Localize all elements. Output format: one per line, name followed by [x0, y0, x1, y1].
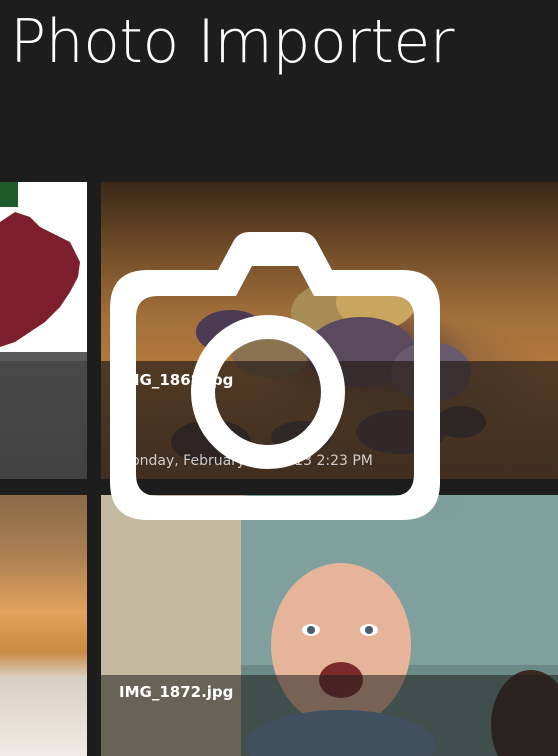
page-title: Photo Importer [10, 7, 454, 77]
photo-importer-app: Photo Importer IMG_1868.jpg Monday, Febr… [0, 0, 558, 756]
photo-caption: IMG_1872.jpg [101, 675, 558, 756]
photo-tile[interactable] [0, 495, 87, 756]
photo-tile[interactable]: IMG_1872.jpg [101, 495, 558, 756]
photo-caption [0, 361, 87, 479]
photo-tile[interactable] [0, 182, 87, 479]
photo-thumbnail [0, 495, 87, 756]
photo-image [0, 182, 87, 352]
photo-file-name: IMG_1872.jpg [119, 683, 234, 701]
camera-icon[interactable] [108, 230, 442, 522]
camera-icon-graphic [110, 232, 440, 520]
